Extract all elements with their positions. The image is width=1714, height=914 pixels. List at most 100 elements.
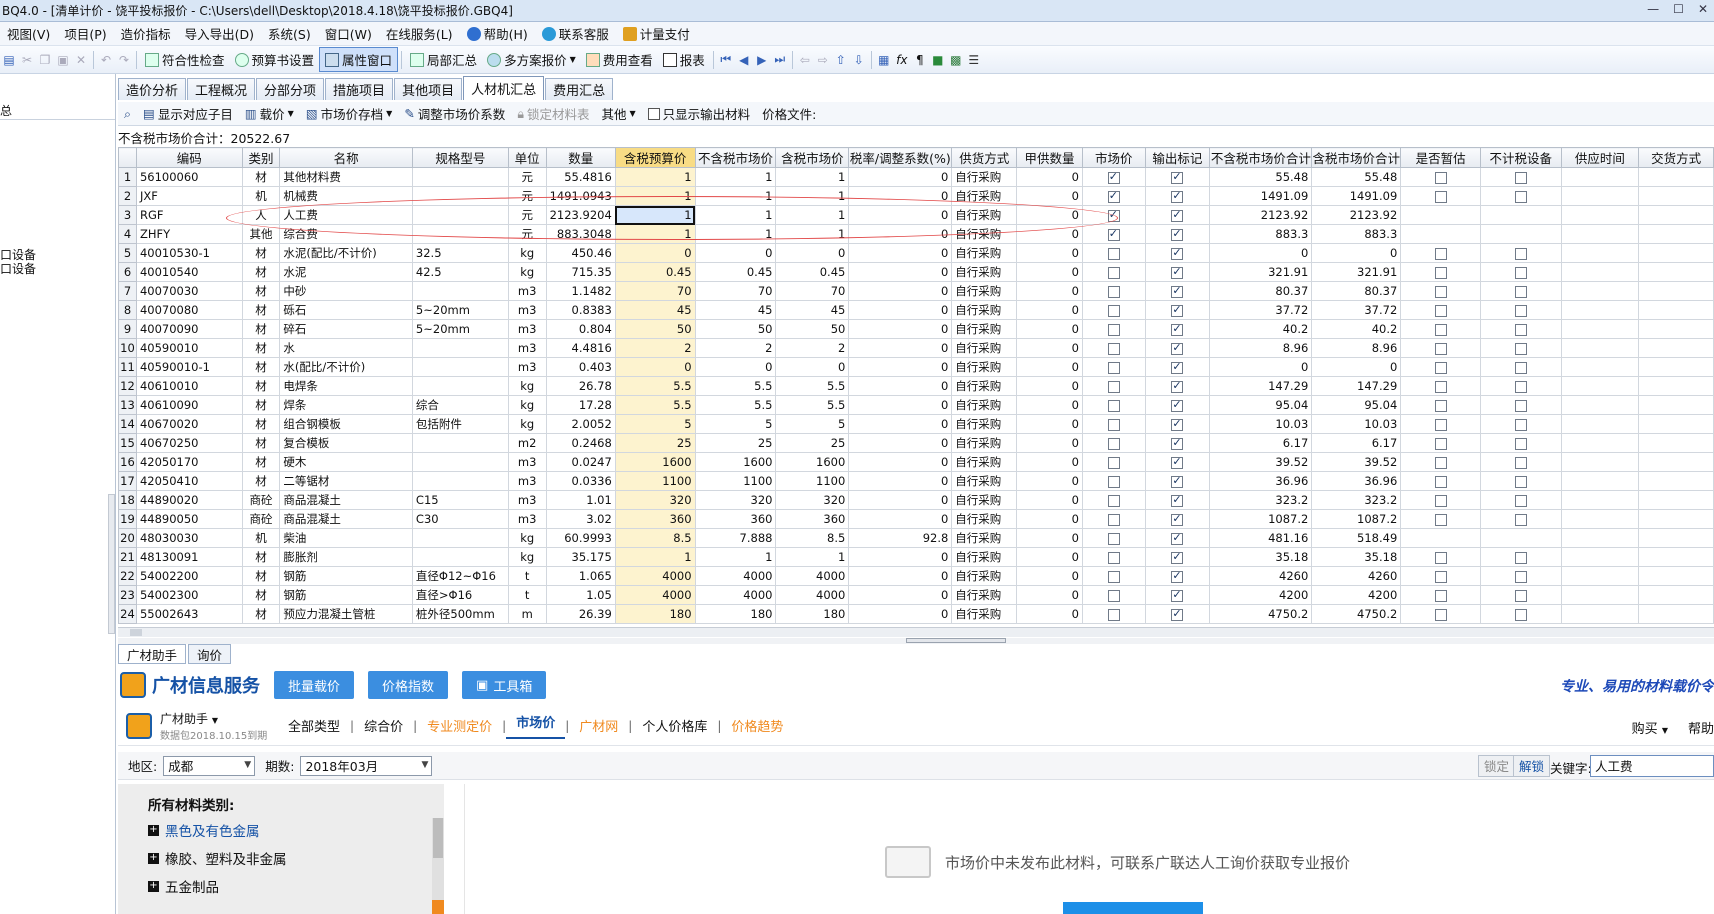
- expand-icon[interactable]: +: [148, 824, 159, 836]
- menu-cost-index[interactable]: 造价指标: [114, 24, 178, 43]
- cell-tmp[interactable]: 4000: [775, 585, 850, 605]
- cell-market-price[interactable]: [1081, 357, 1146, 377]
- checkbox-icon[interactable]: [1434, 361, 1447, 374]
- cell-qty[interactable]: 55.4816: [545, 167, 616, 187]
- column-header[interactable]: 规格型号: [411, 147, 509, 168]
- checkbox-icon[interactable]: [1514, 342, 1527, 355]
- category-scrollbar[interactable]: [432, 818, 444, 914]
- column-header[interactable]: 类别: [241, 147, 281, 168]
- cell-non-taxable[interactable]: [1479, 262, 1562, 282]
- cell-tmp[interactable]: 1: [775, 547, 850, 567]
- cell-tax[interactable]: 0: [848, 167, 953, 187]
- table-row[interactable]: 940070090材碎石5~20mmm30.8045050500自行采购040.…: [118, 319, 1714, 339]
- checkbox-icon[interactable]: [1107, 608, 1120, 621]
- cell-delivery[interactable]: [1638, 509, 1714, 529]
- checkbox-icon[interactable]: [1171, 170, 1184, 184]
- cell-name[interactable]: 硬木: [279, 452, 413, 472]
- checkbox-icon[interactable]: [1514, 266, 1527, 279]
- cell-code[interactable]: 44890050: [135, 509, 243, 529]
- cell-output-flag[interactable]: [1144, 414, 1211, 434]
- cell-sum1[interactable]: 4750.2: [1209, 604, 1313, 624]
- cell-bp[interactable]: 4000: [614, 566, 696, 586]
- cell-provisional[interactable]: [1400, 338, 1481, 358]
- cell-unit[interactable]: m3: [507, 357, 547, 377]
- cell-jq[interactable]: 0: [1016, 376, 1083, 396]
- tab-measures[interactable]: 措施项目: [325, 78, 394, 100]
- cell-qty[interactable]: 26.39: [545, 604, 616, 624]
- cell-qty[interactable]: 2123.9204: [545, 205, 616, 225]
- cell-output-flag[interactable]: [1144, 490, 1211, 510]
- cell-code[interactable]: 40670020: [135, 414, 243, 434]
- cell-code[interactable]: 40010540: [135, 262, 243, 282]
- checkbox-icon[interactable]: [1514, 456, 1527, 469]
- cell-type[interactable]: 材: [241, 585, 281, 605]
- category-item[interactable]: + 黑色及有色金属: [118, 816, 444, 844]
- cell-output-flag[interactable]: [1144, 433, 1211, 453]
- cell-qty[interactable]: 26.78: [545, 376, 616, 396]
- checkbox-icon[interactable]: [1171, 265, 1184, 279]
- checkbox-icon[interactable]: [1434, 589, 1447, 602]
- cell-output-flag[interactable]: [1144, 395, 1211, 415]
- cell-output-flag[interactable]: [1144, 319, 1211, 339]
- table-row[interactable]: 18 44890020 商砼 商品混凝土 C15 m3 1.01 320 320 320 0 自行采购…: [118, 490, 1714, 510]
- column-header[interactable]: 供货方式: [951, 147, 1018, 168]
- checkbox-icon[interactable]: [1107, 361, 1120, 374]
- cell-tax[interactable]: 0: [848, 319, 953, 339]
- cell-unit[interactable]: m3: [507, 281, 547, 301]
- cell-spec[interactable]: 直径>Φ16: [411, 585, 509, 605]
- cell-tax[interactable]: 0: [848, 585, 953, 605]
- next-icon[interactable]: ▶: [753, 53, 771, 67]
- checkbox-icon[interactable]: [1107, 380, 1120, 393]
- cell-type[interactable]: 商砼: [241, 490, 281, 510]
- cell-tax[interactable]: 92.8: [848, 528, 953, 548]
- paragraph-icon[interactable]: ¶: [911, 53, 929, 67]
- cell-qty[interactable]: 1.01: [545, 490, 616, 510]
- cell-sum2[interactable]: 4200: [1311, 585, 1402, 605]
- checkbox-icon[interactable]: [1107, 437, 1120, 450]
- cell-delivery[interactable]: [1638, 300, 1714, 320]
- checkbox-icon[interactable]: [1107, 266, 1120, 279]
- cell-non-taxable[interactable]: [1479, 528, 1562, 548]
- cell-supply[interactable]: 自行采购: [951, 357, 1018, 377]
- cell-type[interactable]: 材: [241, 357, 281, 377]
- cell-code[interactable]: 42050410: [135, 471, 243, 491]
- cell-spec[interactable]: 32.5: [411, 243, 509, 263]
- cell-mp[interactable]: 0.45: [694, 262, 777, 282]
- cell-tax[interactable]: 0: [848, 357, 953, 377]
- cell-supply[interactable]: 自行采购: [951, 433, 1018, 453]
- column-header[interactable]: 是否暂估: [1400, 147, 1481, 168]
- cell-provisional[interactable]: [1400, 452, 1481, 472]
- cell-bp[interactable]: 0.45: [614, 262, 696, 282]
- cell-provisional[interactable]: [1400, 604, 1481, 624]
- checkbox-icon[interactable]: [1514, 190, 1527, 203]
- cell-type[interactable]: 材: [241, 452, 281, 472]
- cell-supply-time[interactable]: [1560, 262, 1640, 282]
- cell-type[interactable]: 材: [241, 566, 281, 586]
- cell-type[interactable]: 材: [241, 300, 281, 320]
- cell-supply-time[interactable]: [1560, 243, 1640, 263]
- cell-sum2[interactable]: 36.96: [1311, 471, 1402, 491]
- cell-tmp[interactable]: 0: [775, 357, 850, 377]
- cell-non-taxable[interactable]: [1479, 490, 1562, 510]
- cell-sum2[interactable]: 55.48: [1311, 167, 1402, 187]
- checkbox-icon[interactable]: [1434, 342, 1447, 355]
- column-header[interactable]: 市场价: [1081, 147, 1146, 168]
- cell-tmp[interactable]: 4000: [775, 566, 850, 586]
- cell-tax[interactable]: 0: [848, 281, 953, 301]
- checkbox-icon[interactable]: [1107, 551, 1120, 564]
- tab-cost-analysis[interactable]: 造价分析: [118, 78, 187, 100]
- cell-spec[interactable]: [411, 452, 509, 472]
- checkbox-icon[interactable]: [1107, 227, 1120, 241]
- checkbox-icon[interactable]: [1434, 456, 1447, 469]
- cell-delivery[interactable]: [1638, 224, 1714, 244]
- cell-unit[interactable]: kg: [507, 528, 547, 548]
- cell-provisional[interactable]: [1400, 319, 1481, 339]
- cell-tax[interactable]: 0: [848, 243, 953, 263]
- cell-tmp[interactable]: 5.5: [775, 395, 850, 415]
- cell-mp[interactable]: 70: [694, 281, 777, 301]
- checkbox-icon[interactable]: [1171, 607, 1184, 621]
- cell-qty[interactable]: 883.3048: [545, 224, 616, 244]
- nav-professional-price[interactable]: 专业测定价: [417, 716, 502, 735]
- nav-price-trend[interactable]: 价格趋势: [721, 716, 793, 735]
- table-row[interactable]: 2148130091材膨胀剂kg35.1751110自行采购035.1835.1…: [118, 547, 1714, 567]
